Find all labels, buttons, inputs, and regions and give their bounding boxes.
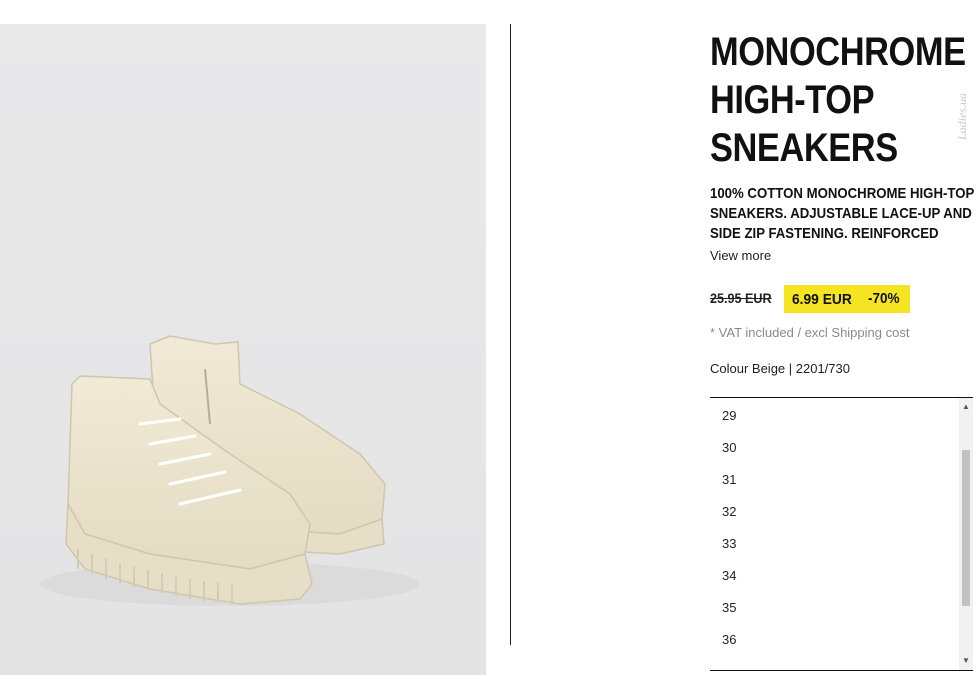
watermark: Ladies.ua (955, 92, 969, 140)
description-line-1: 100% COTTON MONOCHROME HIGH-TOP (710, 185, 975, 202)
colour-info: Colour Beige | 2201/730 (710, 361, 850, 376)
title-line-3: SNEAKERS (710, 126, 898, 170)
scroll-down-icon[interactable]: ▼ (959, 654, 973, 668)
size-option[interactable]: 35 (722, 600, 942, 615)
size-option[interactable]: 29 (722, 408, 942, 423)
size-option[interactable]: 34 (722, 568, 942, 583)
description-line-2: SNEAKERS. ADJUSTABLE LACE-UP AND (710, 205, 972, 222)
title-line-2: HIGH-TOP (710, 78, 875, 122)
description-line-3: SIDE ZIP FASTENING. REINFORCED (710, 225, 939, 242)
new-price: 6.99 EUR (792, 290, 852, 308)
size-option[interactable]: 31 (722, 472, 942, 487)
scroll-thumb[interactable] (962, 450, 970, 606)
vat-note: * VAT included / excl Shipping cost (710, 325, 910, 340)
size-option[interactable]: 30 (722, 440, 942, 455)
price-badge: 6.99 EUR -70% (784, 285, 910, 313)
discount-label: -70% (868, 290, 900, 307)
size-selector-list[interactable]: 29 30 31 32 33 34 35 36 ▲ ▼ (710, 397, 973, 671)
product-description: 100% COTTON MONOCHROME HIGH-TOP SNEAKERS… (710, 184, 974, 244)
size-option[interactable]: 32 (722, 504, 942, 519)
column-divider (510, 24, 511, 645)
size-list-scrollbar[interactable]: ▲ ▼ (959, 398, 973, 670)
size-option[interactable]: 33 (722, 536, 942, 551)
title-line-1: MONOCHROME (710, 30, 966, 74)
old-price: 25.95 EUR (710, 290, 772, 306)
size-option[interactable]: 36 (722, 632, 942, 647)
sneakers-illustration (40, 335, 420, 606)
view-more-link[interactable]: View more (710, 248, 771, 263)
scroll-up-icon[interactable]: ▲ (959, 400, 973, 414)
product-photo[interactable] (0, 24, 486, 675)
product-title: MONOCHROME HIGH-TOP SNEAKERS (710, 28, 966, 172)
